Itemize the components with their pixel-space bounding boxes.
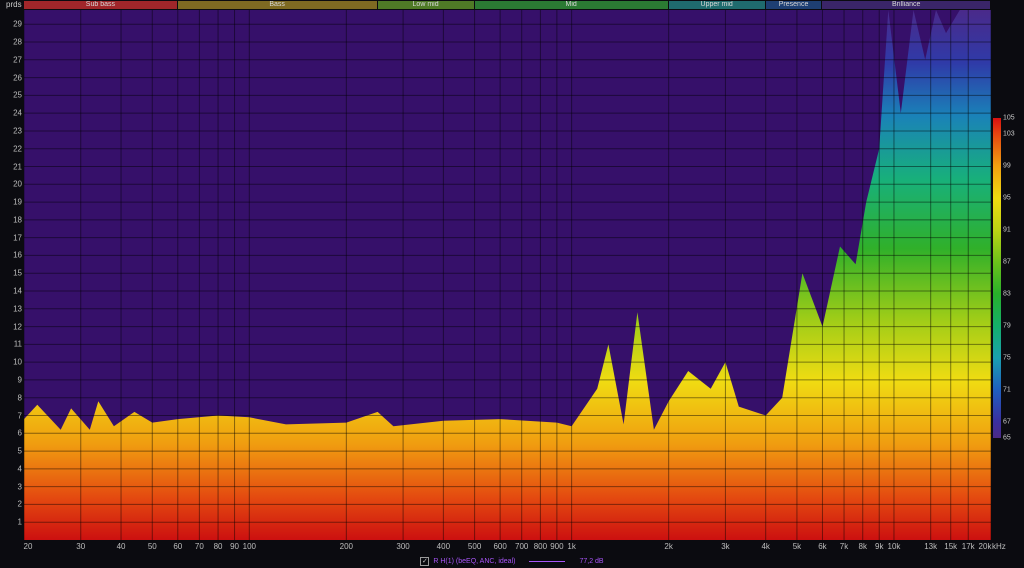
band-presence: Presence: [765, 1, 823, 9]
x-tick-label: 8k: [858, 542, 867, 551]
x-tick-label: 17k: [961, 542, 975, 551]
y-tick-label: 11: [13, 339, 22, 349]
color-scale-tick: 83: [1003, 290, 1011, 298]
x-tick-label: 300: [396, 542, 410, 551]
color-scale-tick: 99: [1003, 162, 1011, 170]
y-axis-labels: 1 2 3 4 5 6 7 8 9 10 11 12 13 14 15 16 17 18 19 20 21 22 23 24 2…: [0, 10, 22, 540]
spectrogram-svg[interactable]: [24, 10, 991, 540]
band-sub-bass: Sub bass: [24, 1, 178, 9]
y-tick-label: 17: [13, 233, 22, 243]
y-tick-label: 16: [13, 250, 22, 260]
y-tick-label: 22: [13, 144, 22, 154]
color-scale-tick: 105: [1003, 114, 1015, 122]
y-tick-label: 26: [13, 73, 22, 83]
color-scale-tick: 95: [1003, 194, 1011, 202]
y-tick-label: 14: [13, 286, 22, 296]
x-tick-label: 20k: [978, 542, 992, 551]
spectrogram-plot[interactable]: [24, 10, 991, 540]
x-tick-label: 100: [242, 542, 256, 551]
color-scale-bar: [993, 118, 1001, 438]
x-tick-label: 70: [194, 542, 204, 551]
x-tick-label: 5k: [792, 542, 802, 551]
y-tick-label: 18: [13, 215, 22, 225]
color-scale-labels: 105 103 99 95 91 87 83 79 75 71 67 65: [1003, 114, 1023, 442]
y-tick-label: 9: [17, 375, 22, 385]
band-low-mid: Low mid: [377, 1, 475, 9]
y-tick-label: 15: [13, 268, 22, 278]
x-tick-label: 90: [230, 542, 239, 551]
x-tick-label: 80: [213, 542, 223, 551]
band-upper-mid: Upper mid: [668, 1, 766, 9]
x-tick-label: 2k: [664, 542, 673, 551]
x-tick-label: 200: [339, 542, 354, 551]
y-tick-label: 3: [17, 482, 22, 492]
x-tick-label: 50: [147, 542, 157, 551]
color-scale-tick: 87: [1003, 258, 1011, 266]
color-scale-tick: 75: [1003, 354, 1011, 362]
legend-checkbox[interactable]: ✓: [420, 556, 430, 566]
y-tick-label: 24: [13, 108, 22, 118]
x-axis-unit: kHz: [992, 542, 1006, 551]
color-scale-tick: 71: [1003, 386, 1011, 394]
y-tick-label: 13: [13, 304, 22, 314]
y-tick-label: 7: [17, 411, 22, 420]
y-tick-label: 4: [17, 464, 22, 474]
y-tick-label: 28: [13, 37, 22, 47]
x-tick-label: 4k: [761, 542, 770, 551]
y-tick-label: 12: [13, 322, 22, 332]
y-tick-label: 8: [17, 393, 22, 403]
legend-line-swatch: [529, 560, 566, 562]
x-axis-labels: 20 30 40 50 60 70 80 90 100 200 300 400 500 600 700 800…: [23, 542, 992, 554]
x-tick-label: 60: [173, 542, 183, 551]
color-scale-tick: 65: [1003, 434, 1011, 442]
x-tick-label: 20: [23, 542, 33, 551]
y-tick-label: 27: [13, 55, 22, 65]
x-tick-label: 9k: [874, 542, 884, 551]
x-tick-label: 500: [467, 542, 482, 551]
y-tick-label: 1: [17, 517, 22, 527]
y-tick-label: 21: [13, 162, 22, 171]
color-scale-tick: 67: [1003, 418, 1011, 426]
y-tick-label: 5: [17, 446, 22, 456]
band-bass: Bass: [177, 1, 378, 9]
y-tick-label: 25: [13, 90, 22, 100]
y-axis-unit: prds: [6, 0, 22, 9]
legend-value: 77,2 dB: [579, 557, 604, 565]
x-tick-label: 1k: [567, 542, 576, 551]
color-scale-tick: 103: [1003, 130, 1015, 138]
x-tick-label: 13k: [924, 542, 938, 551]
frequency-band-bar: Sub bass Bass Low mid Mid Upper mid Presence B…: [24, 1, 991, 9]
y-tick-label: 19: [13, 197, 22, 207]
x-tick-label: 40: [116, 542, 126, 551]
x-tick-label: 6k: [818, 542, 827, 551]
x-tick-label: 15k: [944, 542, 958, 551]
x-tick-label: 800: [533, 542, 548, 551]
y-tick-label: 29: [13, 19, 22, 29]
x-tick-label: 3k: [721, 542, 730, 551]
y-tick-label: 2: [17, 499, 22, 509]
y-tick-label: 20: [13, 179, 22, 189]
x-tick-label: 400: [436, 542, 451, 551]
band-brilliance: Brilliance: [822, 1, 991, 9]
y-tick-label: 10: [13, 357, 22, 367]
x-tick-label: 900: [550, 542, 564, 551]
band-mid: Mid: [474, 1, 669, 9]
x-tick-label: 7k: [839, 542, 849, 551]
legend-label[interactable]: R H(1) (beEQ, ANC, ideal): [433, 558, 515, 565]
x-tick-label: 700: [515, 542, 529, 551]
x-tick-label: 30: [76, 542, 86, 551]
legend: ✓ R H(1) (beEQ, ANC, ideal) 77,2 dB: [0, 554, 1024, 568]
color-scale-tick: 91: [1003, 226, 1011, 234]
x-tick-label: 600: [493, 542, 507, 551]
y-tick-label: 6: [17, 428, 22, 438]
waterfall-window: prds Sub bass Bass Low mid Mid Upper mid Pres…: [0, 0, 1024, 568]
y-tick-label: 23: [13, 126, 22, 136]
x-tick-label: 10k: [887, 542, 901, 551]
color-scale-tick: 79: [1003, 322, 1011, 330]
